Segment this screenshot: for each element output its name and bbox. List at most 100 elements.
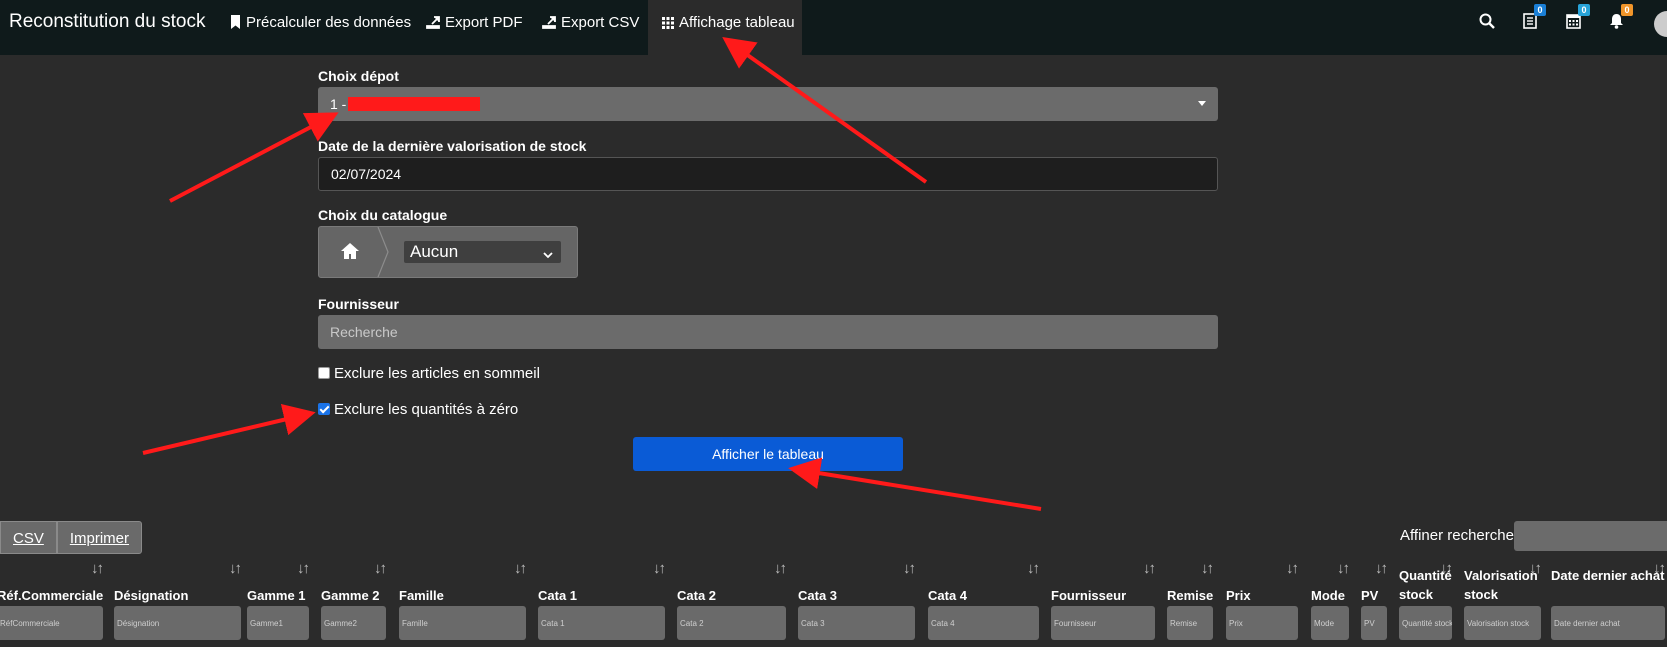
sort-icon[interactable]: ↓↑: [91, 560, 104, 577]
sort-icon[interactable]: ↓↑: [774, 560, 787, 577]
table-column-header[interactable]: ↓↑ Cata 4 Cata 4: [928, 560, 1043, 642]
nav-export-csv[interactable]: Export CSV: [542, 0, 639, 55]
column-filter-input[interactable]: Prix: [1226, 606, 1298, 640]
nav-precalculate[interactable]: Précalculer des données: [230, 0, 411, 55]
column-filter-input[interactable]: Remise: [1167, 606, 1213, 640]
bell-notifications[interactable]: 0: [1609, 4, 1633, 33]
csv-button[interactable]: CSV: [0, 521, 57, 554]
export-button-group: CSV Imprimer: [0, 521, 143, 554]
column-title: Cata 2: [677, 588, 717, 603]
exclude-zero-checkbox[interactable]: [318, 403, 330, 415]
export-icon: [542, 2, 556, 48]
sort-icon[interactable]: ↓↑: [1027, 560, 1040, 577]
table-column-header[interactable]: ↓↑ Mode Mode: [1311, 560, 1353, 642]
catalog-label: Choix du catalogue: [318, 207, 448, 223]
column-title: Date dernier achat: [1551, 568, 1665, 583]
column-filter-input[interactable]: Fournisseur: [1051, 606, 1155, 640]
table-column-header[interactable]: ↓↑ Réf.Commerciale RéfCommerciale: [0, 560, 107, 642]
column-title: Quantité stock: [1399, 568, 1452, 602]
exclude-zero-row[interactable]: Exclure les quantités à zéro: [318, 401, 518, 418]
column-title: Cata 4: [928, 588, 968, 603]
export-icon: [426, 2, 440, 48]
column-filter-input[interactable]: Mode: [1311, 606, 1349, 640]
list-icon: [1523, 13, 1537, 33]
search-icon[interactable]: [1479, 13, 1495, 33]
sort-icon[interactable]: ↓↑: [229, 560, 242, 577]
column-title: Cata 1: [538, 588, 578, 603]
nav-table-view[interactable]: Affichage tableau: [648, 0, 802, 55]
column-filter-input[interactable]: PV: [1361, 606, 1387, 640]
redaction-mark: [348, 97, 481, 111]
refine-search-input[interactable]: [1514, 521, 1667, 551]
annotation-arrow: [142, 404, 316, 455]
column-title: Fournisseur: [1051, 588, 1127, 603]
table-column-header[interactable]: ↓↑ Famille Famille: [399, 560, 530, 642]
table-column-header[interactable]: ↓↑ Date dernier achat Date dernier achat: [1551, 560, 1667, 642]
table-column-header[interactable]: ↓↑ Valorisation stock Valorisation stock: [1464, 560, 1545, 642]
sort-icon[interactable]: ↓↑: [374, 560, 387, 577]
last-valuation-input[interactable]: 02/07/2024: [318, 157, 1218, 191]
last-valuation-label: Date de la dernière valorisation de stoc…: [318, 138, 587, 154]
table-column-header[interactable]: ↓↑ Remise Remise: [1167, 560, 1217, 642]
column-title: Valorisation stock: [1464, 568, 1538, 602]
grid-icon: [662, 2, 674, 48]
nav-export-pdf[interactable]: Export PDF: [426, 0, 523, 55]
table-column-header[interactable]: ↓↑ Fournisseur Fournisseur: [1051, 560, 1159, 642]
sort-icon[interactable]: ↓↑: [1375, 560, 1388, 577]
sort-icon[interactable]: ↓↑: [1201, 560, 1214, 577]
sort-icon[interactable]: ↓↑: [1337, 560, 1350, 577]
table-column-header[interactable]: ↓↑ Cata 3 Cata 3: [798, 560, 919, 642]
column-title: PV: [1361, 588, 1379, 603]
table-column-header[interactable]: ↓↑ Désignation Désignation: [114, 560, 245, 642]
sort-icon[interactable]: ↓↑: [903, 560, 916, 577]
depot-select[interactable]: 1 -: [318, 87, 1218, 121]
column-title: Réf.Commerciale: [0, 588, 104, 603]
caret-down-icon: [1198, 101, 1206, 106]
column-filter-input[interactable]: Cata 2: [677, 606, 786, 640]
column-title: Gamme 2: [321, 588, 380, 603]
table-column-header[interactable]: ↓↑ Prix Prix: [1226, 560, 1302, 642]
column-filter-input[interactable]: Désignation: [114, 606, 241, 640]
table-column-header[interactable]: ↓↑ Gamme 2 Gamme2: [321, 560, 390, 642]
list-notifications[interactable]: 0: [1523, 4, 1546, 33]
sort-icon[interactable]: ↓↑: [653, 560, 666, 577]
print-button[interactable]: Imprimer: [56, 521, 143, 554]
column-filter-input[interactable]: Cata 3: [798, 606, 915, 640]
home-icon[interactable]: [319, 227, 381, 277]
column-title: Famille: [399, 588, 444, 603]
column-filter-input[interactable]: Date dernier achat: [1551, 606, 1665, 640]
column-filter-input[interactable]: Cata 1: [538, 606, 665, 640]
supplier-label: Fournisseur: [318, 296, 399, 312]
table-column-header[interactable]: ↓↑ Quantité stock Quantité stock: [1399, 560, 1456, 642]
table-column-header[interactable]: ↓↑ Gamme 1 Gamme1: [247, 560, 313, 642]
sort-icon[interactable]: ↓↑: [1286, 560, 1299, 577]
annotation-arrow: [169, 112, 339, 203]
calendar-notifications[interactable]: 0: [1566, 4, 1590, 33]
calendar-icon: [1566, 14, 1581, 33]
show-table-button[interactable]: Afficher le tableau: [633, 437, 903, 471]
column-filter-input[interactable]: Quantité stock: [1399, 606, 1452, 640]
sort-icon[interactable]: ↓↑: [514, 560, 527, 577]
supplier-search-input[interactable]: Recherche: [318, 315, 1218, 349]
sort-icon[interactable]: ↓↑: [1143, 560, 1156, 577]
column-filter-input[interactable]: Cata 4: [928, 606, 1039, 640]
app-title: Reconstitution du stock: [9, 11, 206, 32]
column-filter-input[interactable]: Gamme1: [247, 606, 309, 640]
table-column-header[interactable]: ↓↑ Cata 2 Cata 2: [677, 560, 790, 642]
table-column-header[interactable]: ↓↑ Cata 1 Cata 1: [538, 560, 669, 642]
column-filter-input[interactable]: Valorisation stock: [1464, 606, 1541, 640]
depot-label: Choix dépot: [318, 68, 399, 84]
calendar-badge: 0: [1578, 4, 1590, 16]
exclude-sleeping-checkbox[interactable]: [318, 367, 330, 379]
avatar[interactable]: [1654, 11, 1667, 37]
column-filter-input[interactable]: Gamme2: [321, 606, 386, 640]
exclude-sleeping-row[interactable]: Exclure les articles en sommeil: [318, 365, 540, 382]
column-filter-input[interactable]: Famille: [399, 606, 526, 640]
catalog-select[interactable]: Aucun: [404, 241, 561, 263]
column-filter-input[interactable]: RéfCommerciale: [0, 606, 103, 640]
table-column-header[interactable]: ↓↑ PV PV: [1361, 560, 1391, 642]
bookmark-icon: [230, 2, 241, 48]
sort-icon[interactable]: ↓↑: [297, 560, 310, 577]
column-title: Gamme 1: [247, 588, 306, 603]
breadcrumb-separator: [377, 227, 389, 277]
